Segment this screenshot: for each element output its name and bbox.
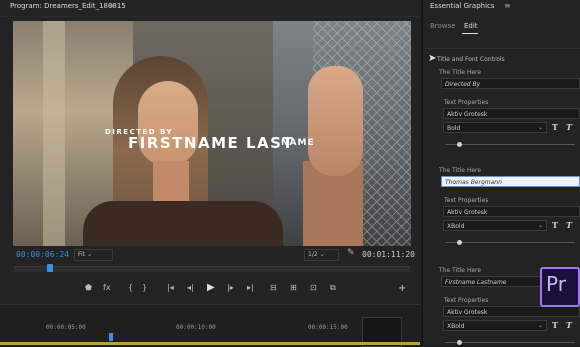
subject-neck	[153, 161, 189, 206]
video-frame[interactable]: DIRECTED BY FIRSTNAME LAST NAME	[13, 21, 411, 246]
duration-timecode: 00:01:11:20	[362, 250, 415, 259]
camera-icon[interactable]: ⊡	[310, 283, 317, 292]
section-heading: Title and Font Controls	[437, 56, 505, 63]
weight-dropdown[interactable]: XBold	[443, 220, 547, 231]
playhead[interactable]	[47, 264, 53, 272]
faux-italic-icon[interactable]: T	[566, 122, 572, 132]
hamburger-icon[interactable]: ≡	[108, 1, 115, 10]
faux-bold-icon[interactable]: T	[552, 122, 558, 132]
go-to-in-icon[interactable]: |◂	[167, 283, 174, 292]
overlay-name[interactable]: FIRSTNAME LAST	[128, 134, 294, 152]
wrench-icon[interactable]: ✎	[347, 248, 355, 258]
multi-icon[interactable]: ⧉	[330, 283, 336, 293]
title-text-field[interactable]: Directed By	[441, 78, 580, 89]
mark-in-icon[interactable]: {	[128, 283, 133, 292]
current-timecode[interactable]: 00:00:06:24	[16, 250, 69, 259]
step-back-icon[interactable]: ◂|	[187, 283, 194, 292]
background-beam	[43, 21, 65, 246]
slider-knob[interactable]	[457, 340, 462, 345]
font-dropdown[interactable]: Aktiv Grotesk	[443, 206, 580, 217]
chevron-down-icon: ⌄	[538, 124, 544, 131]
slider-knob[interactable]	[457, 240, 462, 245]
subject-hand	[308, 66, 363, 176]
font-dropdown[interactable]: Aktiv Grotesk	[443, 306, 580, 317]
overlay-name-tail[interactable]: NAME	[281, 138, 315, 148]
slider-knob[interactable]	[457, 142, 462, 147]
go-to-out-icon[interactable]: ▸|	[247, 283, 254, 292]
essential-graphics-title[interactable]: Essential Graphics	[430, 2, 495, 10]
text-properties-label: Text Properties	[444, 99, 489, 106]
hamburger-icon[interactable]: ≡	[504, 1, 511, 10]
tab-browse[interactable]: Browse	[430, 22, 456, 30]
title-text-field[interactable]: Thomas Bergmann	[441, 176, 580, 187]
chevron-down-icon: ⌄	[538, 322, 544, 329]
timeline-tick: 00:00:10:00	[176, 324, 216, 331]
scrub-track[interactable]	[14, 266, 410, 272]
faux-bold-icon[interactable]: T	[552, 220, 558, 230]
group-label: The Title Here	[439, 167, 482, 174]
faux-italic-icon[interactable]: T	[566, 220, 572, 230]
text-properties-label: Text Properties	[444, 197, 489, 204]
play-icon[interactable]: ▶	[207, 282, 215, 293]
resolution-label: 1/2	[308, 251, 318, 258]
subject-jacket	[83, 201, 283, 246]
chevron-down-icon: ⌄	[86, 251, 92, 258]
faux-italic-icon[interactable]: T	[566, 320, 572, 330]
active-tab-indicator	[462, 33, 478, 34]
group-label: The Title Here	[439, 69, 482, 76]
tab-edit[interactable]: Edit	[464, 22, 478, 30]
faux-bold-icon[interactable]: T	[552, 320, 558, 330]
group-label: The Title Here	[439, 267, 482, 274]
transport-controls: ⬟ fx {} |◂ ◂| ▶ |▸ ▸| ⊟ ⊞ ⊡ ⧉	[85, 282, 415, 295]
add-button[interactable]: +	[398, 283, 406, 294]
resolution-dropdown[interactable]: 1/2 ⌄	[304, 249, 339, 261]
timeline-tick: 00:00:15:00	[308, 324, 348, 331]
insert-icon[interactable]: ⊟	[270, 283, 277, 292]
text-properties-label: Text Properties	[444, 297, 489, 304]
mark-out-icon[interactable]: }	[142, 283, 147, 292]
weight-dropdown[interactable]: Bold	[443, 122, 547, 133]
timeline-tick: 00:00:05:00	[46, 324, 86, 331]
divider	[425, 48, 580, 49]
font-dropdown[interactable]: Aktiv Grotesk	[443, 108, 580, 119]
step-forward-icon[interactable]: |▸	[227, 283, 234, 292]
timeline-playhead[interactable]	[109, 333, 113, 341]
pointer-icon: ➤	[428, 53, 437, 64]
overwrite-icon[interactable]: ⊞	[290, 283, 297, 292]
subject-face	[138, 81, 198, 166]
marker-icon[interactable]: ⬟	[85, 283, 92, 292]
premiere-logo-text: Pr	[546, 272, 566, 296]
chevron-down-icon: ⌄	[538, 222, 544, 229]
fit-label: Fit	[78, 251, 86, 258]
chevron-down-icon: ⌄	[319, 251, 325, 258]
fit-dropdown[interactable]: Fit ⌄	[74, 249, 113, 261]
fx-icon[interactable]: fx	[103, 283, 111, 292]
size-slider[interactable]	[445, 242, 575, 243]
size-slider[interactable]	[445, 144, 575, 145]
size-slider[interactable]	[445, 342, 575, 343]
weight-dropdown[interactable]: XBold	[443, 320, 547, 331]
